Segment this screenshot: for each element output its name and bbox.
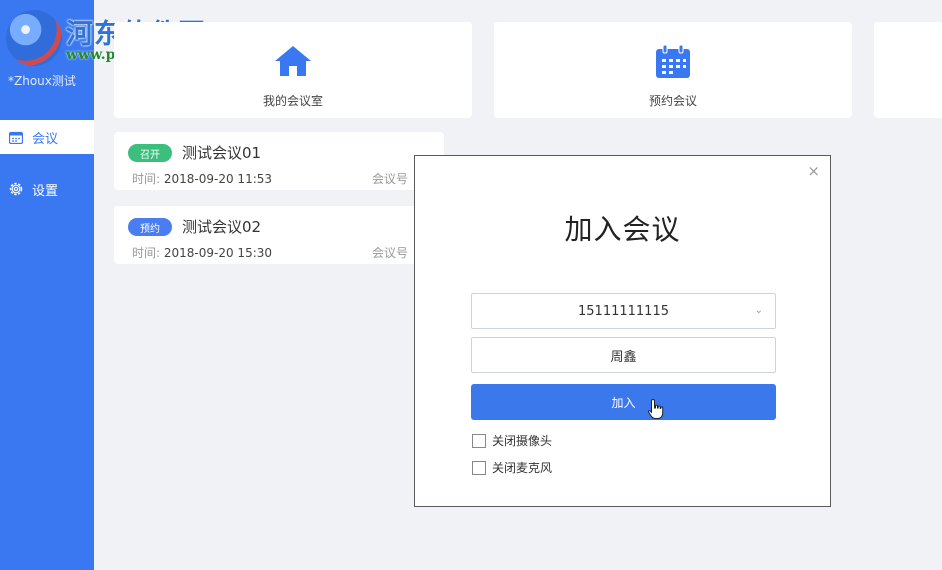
card-label: 预约会议 <box>648 94 697 108</box>
time-label: 时间: <box>132 246 161 260</box>
sidebar: *Zhoux测试 会议 设置 <box>0 0 94 570</box>
sidebar-item-label: 会议 <box>32 131 59 147</box>
home-icon <box>273 44 313 82</box>
mute-camera-option[interactable]: 关闭摄像头 <box>472 432 552 449</box>
my-meeting-room-card[interactable]: 我的会议室 <box>114 22 472 118</box>
meeting-time: 时间: 2018-09-20 15:30 <box>132 244 272 261</box>
time-value: 2018-09-20 11:53 <box>163 172 273 186</box>
meeting-number-select[interactable]: 15111111115 ⌄ <box>471 293 776 329</box>
hand-cursor-icon <box>647 398 665 423</box>
join-button-label: 加入 <box>611 395 636 410</box>
status-badge: 召开 <box>128 144 172 162</box>
time-value: 2018-09-20 15:30 <box>163 246 273 260</box>
sidebar-item-meetings[interactable]: 会议 <box>0 120 94 154</box>
meeting-title: 测试会议01 <box>182 144 262 162</box>
user-name: *Zhoux测试 <box>8 74 76 88</box>
display-name-field[interactable]: 周鑫 <box>471 337 776 373</box>
sidebar-item-settings[interactable]: 设置 <box>0 172 94 206</box>
mute-camera-checkbox[interactable] <box>472 433 486 448</box>
globe-logo-icon <box>6 10 62 66</box>
mute-mic-label: 关闭麦克风 <box>492 461 553 475</box>
mute-mic-option[interactable]: 关闭麦克风 <box>472 459 552 476</box>
dialog-title: 加入会议 <box>564 213 681 246</box>
join-button[interactable]: 加入 <box>471 384 776 420</box>
meeting-number-label: 会议号 <box>372 246 409 260</box>
third-card-partial[interactable] <box>874 22 942 118</box>
meeting-item[interactable]: 召开 测试会议01 时间: 2018-09-20 11:53 会议号 <box>114 132 444 190</box>
card-label: 我的会议室 <box>262 94 323 108</box>
meeting-number-value: 15111111115 <box>578 303 669 319</box>
join-meeting-dialog: × 加入会议 15111111115 ⌄ 周鑫 加入 关闭摄像头 关闭麦克风 <box>414 155 831 507</box>
meeting-number-label: 会议号 <box>372 172 409 186</box>
gear-icon <box>8 181 24 197</box>
calendar-icon <box>654 44 692 84</box>
meeting-time: 时间: 2018-09-20 11:53 <box>132 170 272 187</box>
calendar-icon <box>8 129 24 145</box>
sidebar-item-label: 设置 <box>32 183 59 199</box>
mute-mic-checkbox[interactable] <box>472 460 486 475</box>
close-icon[interactable]: × <box>807 162 820 180</box>
display-name-value: 周鑫 <box>610 349 637 365</box>
meeting-title: 测试会议02 <box>182 218 262 236</box>
meeting-item[interactable]: 预约 测试会议02 时间: 2018-09-20 15:30 会议号 <box>114 206 444 264</box>
chevron-down-icon: ⌄ <box>754 305 763 316</box>
book-meeting-card[interactable]: 预约会议 <box>494 22 852 118</box>
status-badge: 预约 <box>128 218 172 236</box>
time-label: 时间: <box>132 172 161 186</box>
mute-camera-label: 关闭摄像头 <box>492 434 553 448</box>
